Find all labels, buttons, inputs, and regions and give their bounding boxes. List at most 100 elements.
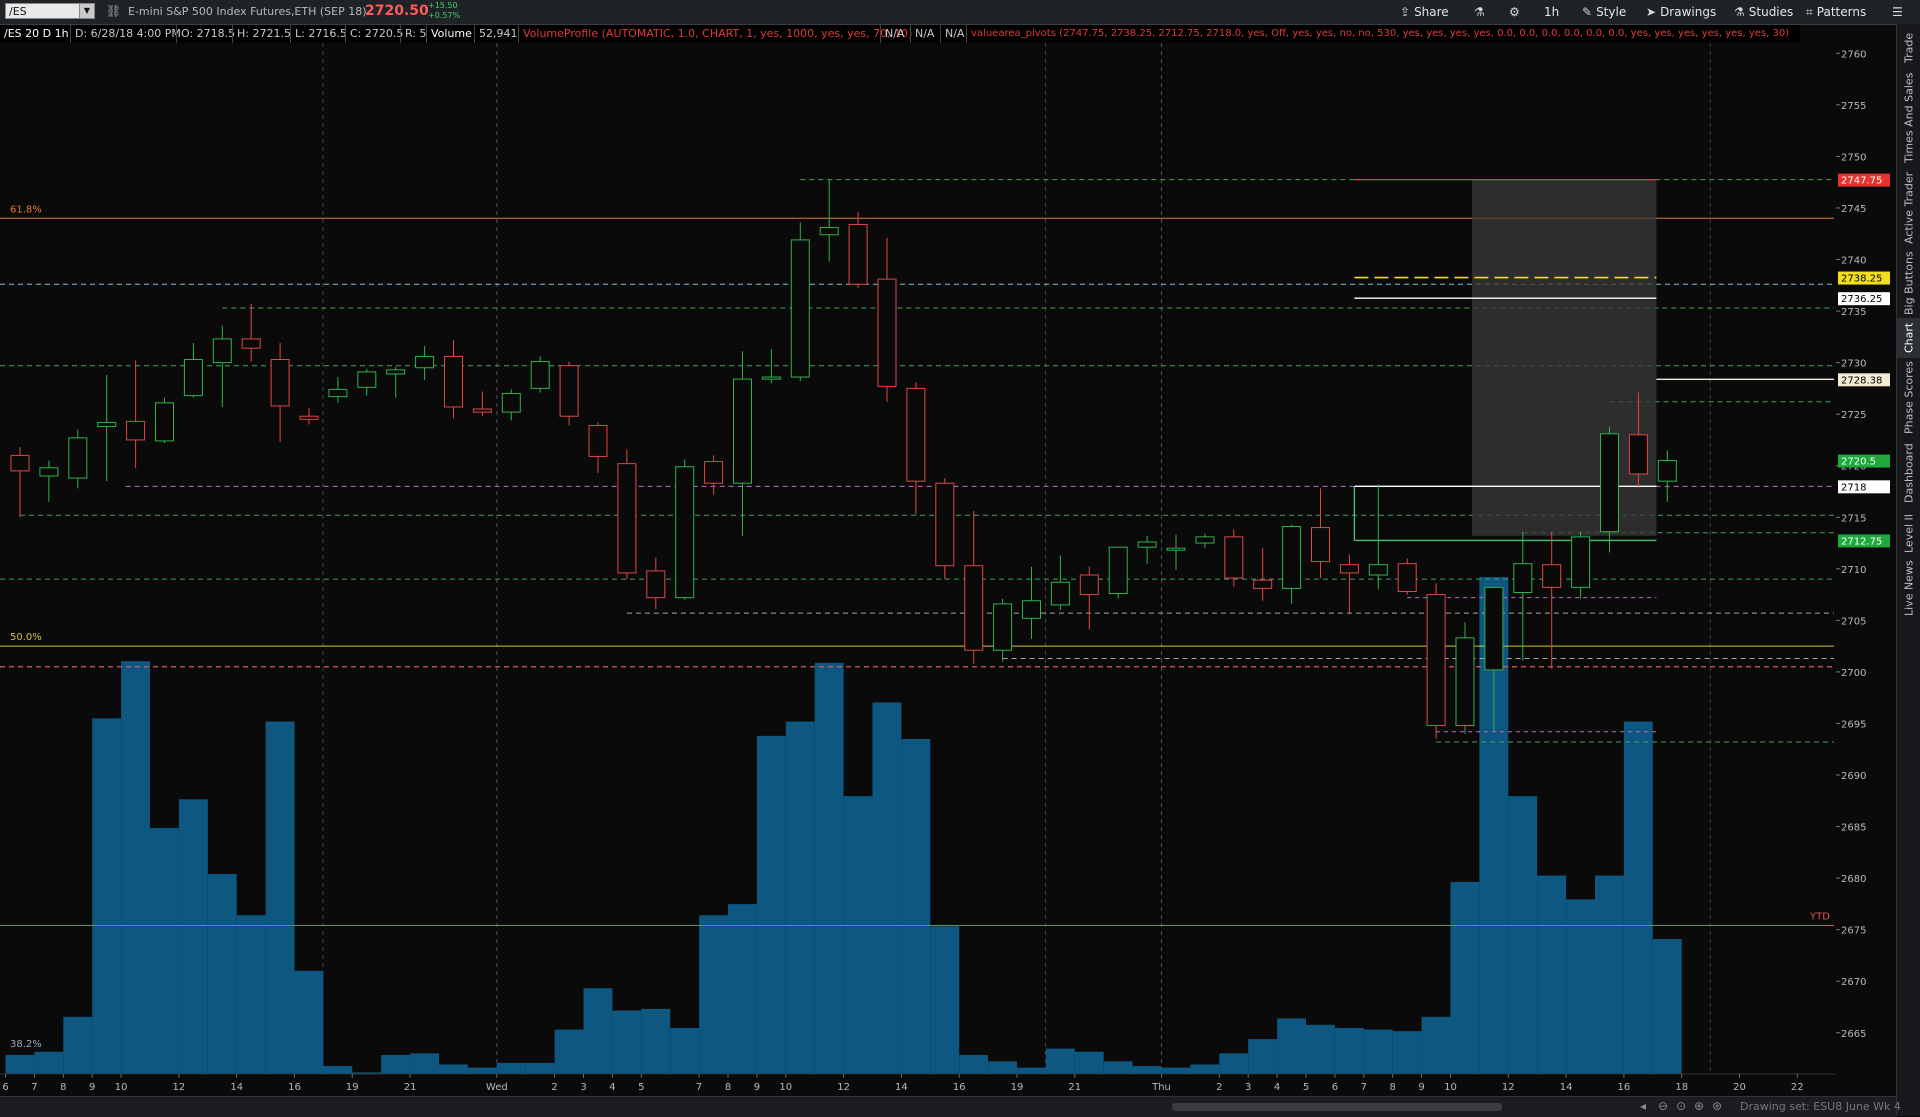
na-value-1: N/A <box>880 25 904 43</box>
timeframe-button[interactable]: 1h <box>1538 0 1565 24</box>
candle-body <box>10 454 30 472</box>
time-tick-label: 14 <box>230 1082 243 1093</box>
time-tick-label: 9 <box>754 1082 760 1093</box>
patterns-button[interactable]: ⌗ Patterns <box>1800 0 1872 24</box>
scroll-thumb[interactable] <box>1172 1103 1502 1111</box>
candle-body <box>126 420 146 441</box>
volume-profile-bar <box>583 988 613 1074</box>
price-tick-label: 2670 <box>1841 977 1866 988</box>
bar-open: O: 2718.5 <box>176 25 235 43</box>
volume-profile-bar <box>988 1061 1017 1074</box>
volume-profile-bar <box>525 1062 555 1074</box>
candle-body <box>1050 581 1070 606</box>
candle-body <box>1426 594 1446 727</box>
tab-active-trader[interactable]: Active Trader <box>1897 168 1920 248</box>
share-button[interactable]: ⇪ Share <box>1394 0 1455 24</box>
volume-profile-bar <box>872 702 902 1074</box>
na-value-3: N/A <box>940 25 964 43</box>
time-tick-label: 16 <box>1618 1082 1631 1093</box>
time-tick-label: 4 <box>1274 1082 1280 1093</box>
volume-profile-bar <box>814 662 844 1074</box>
time-tick-label: 7 <box>1361 1082 1367 1093</box>
candle-body <box>1079 574 1099 596</box>
volume-profile-bar <box>699 915 728 1074</box>
tab-chart[interactable]: Chart <box>1897 318 1920 358</box>
link-icon[interactable]: ⛓ <box>106 4 121 18</box>
patterns-label: Patterns <box>1816 5 1867 19</box>
zoom-out-icon[interactable]: ⊖ <box>1658 1099 1668 1113</box>
volume-profile-bar <box>1623 721 1653 1074</box>
price-chart[interactable]: 61.8% 50.0% 38.2% YTD 2760 2755 2750 2745 2740 27… <box>0 43 1920 1096</box>
volume-profile-study[interactable]: VolumeProfile (AUTOMATIC, 1.0, CHART, 1,… <box>518 25 912 43</box>
volume-profile-bar <box>1421 1016 1451 1074</box>
net-change: +15.50 <box>428 1 458 10</box>
time-tick-label: 21 <box>1068 1082 1081 1093</box>
gear-icon: ⚙ <box>1509 5 1520 19</box>
candle-body <box>39 467 59 477</box>
time-tick-label: 6 <box>1332 1082 1338 1093</box>
menu-icon: ☰ <box>1892 5 1903 19</box>
style-button[interactable]: ✎ Style <box>1576 0 1632 24</box>
candle-body <box>617 463 637 574</box>
candle-body <box>1542 564 1562 588</box>
candle-body <box>444 355 463 408</box>
tab-level-ii[interactable]: Level II <box>1897 508 1920 558</box>
time-tick-label: 16 <box>953 1082 966 1093</box>
studies-label: Studies <box>1748 5 1794 19</box>
zoom-fit-icon[interactable]: ⊙ <box>1676 1099 1686 1113</box>
studies-button[interactable]: ⚗ Studies <box>1728 0 1799 24</box>
menu-button[interactable]: ☰ <box>1886 0 1913 24</box>
settings-button[interactable]: ⚙ <box>1503 0 1530 24</box>
price-tick-label: 2665 <box>1841 1029 1866 1040</box>
candle-body <box>848 223 868 285</box>
scroll-left-icon[interactable]: ◂ <box>1640 1099 1646 1113</box>
volume-profile-bar <box>439 1064 468 1074</box>
volume-profile-bar <box>1190 1064 1220 1074</box>
chevron-down-icon[interactable]: ▼ <box>79 4 94 18</box>
price-tick-label: 2730 <box>1841 359 1866 370</box>
time-tick-label: 5 <box>638 1082 644 1093</box>
time-tick-label: Wed <box>486 1082 508 1093</box>
tab-live-news[interactable]: Live News <box>1897 558 1920 618</box>
bottom-scrollbar[interactable]: ◂ ⊖ ⊙ ⊕ ⊛ Drawing set: ESU8 June Wk 4 <box>0 1096 1901 1117</box>
candle-body <box>1253 579 1273 589</box>
time-tick-label: 12 <box>837 1082 850 1093</box>
tab-trade[interactable]: Trade <box>1897 28 1920 68</box>
right-sidebar-tabs: Trade Times And Sales Active Trader Big But… <box>1896 24 1920 1116</box>
candle-body <box>357 371 377 388</box>
ytd-label: YTD <box>1809 912 1830 923</box>
candle-body <box>501 393 521 413</box>
volume-profile-bar <box>1595 875 1624 1074</box>
time-tick-label: 4 <box>609 1082 615 1093</box>
tab-dashboard[interactable]: Dashboard <box>1897 438 1920 508</box>
tab-big-buttons[interactable]: Big Buttons <box>1897 248 1920 318</box>
volume-profile-bar <box>150 827 179 1074</box>
bar-date: D: 6/28/18 4:00 PM <box>70 25 181 43</box>
tab-phase-scores[interactable]: Phase Scores <box>1897 358 1920 438</box>
drawings-label: Drawings <box>1660 5 1717 19</box>
volume-profile-bar <box>843 796 873 1074</box>
candle-body <box>993 603 1013 651</box>
price-tick-label: 2735 <box>1841 307 1866 318</box>
candle-body <box>415 355 435 369</box>
chart-canvas[interactable]: 61.8%50.0%38.2%YTD2760275527502745274027… <box>0 43 1896 1096</box>
flask-button[interactable]: ⚗ <box>1468 0 1495 24</box>
tab-times-and-sales[interactable]: Times And Sales <box>1897 68 1920 168</box>
volume-value: 52,941 <box>474 25 518 43</box>
drawing-set-label[interactable]: Drawing set: ESU8 June Wk 4 <box>1740 1100 1901 1113</box>
valuearea-pivots-study[interactable]: valuearea_pivots (2747.75, 2738.25, 2712… <box>966 25 1789 43</box>
time-tick-label: 14 <box>895 1082 908 1093</box>
value-area-box <box>1472 179 1657 536</box>
candle-body <box>1455 637 1475 727</box>
volume-label: Volume <box>426 25 472 43</box>
candle-body <box>1137 541 1157 548</box>
volume-profile-bar <box>1392 1031 1422 1074</box>
candle-body <box>1657 460 1677 482</box>
symbol-input[interactable]: /ES ▼ <box>5 3 95 19</box>
zoom-reset-icon[interactable]: ⊛ <box>1712 1099 1722 1113</box>
zoom-in-icon[interactable]: ⊕ <box>1694 1099 1704 1113</box>
price-tick-label: 2690 <box>1841 771 1866 782</box>
drawings-button[interactable]: ➤ Drawings <box>1640 0 1722 24</box>
candle-body <box>559 365 579 417</box>
candle-body <box>1311 527 1330 563</box>
